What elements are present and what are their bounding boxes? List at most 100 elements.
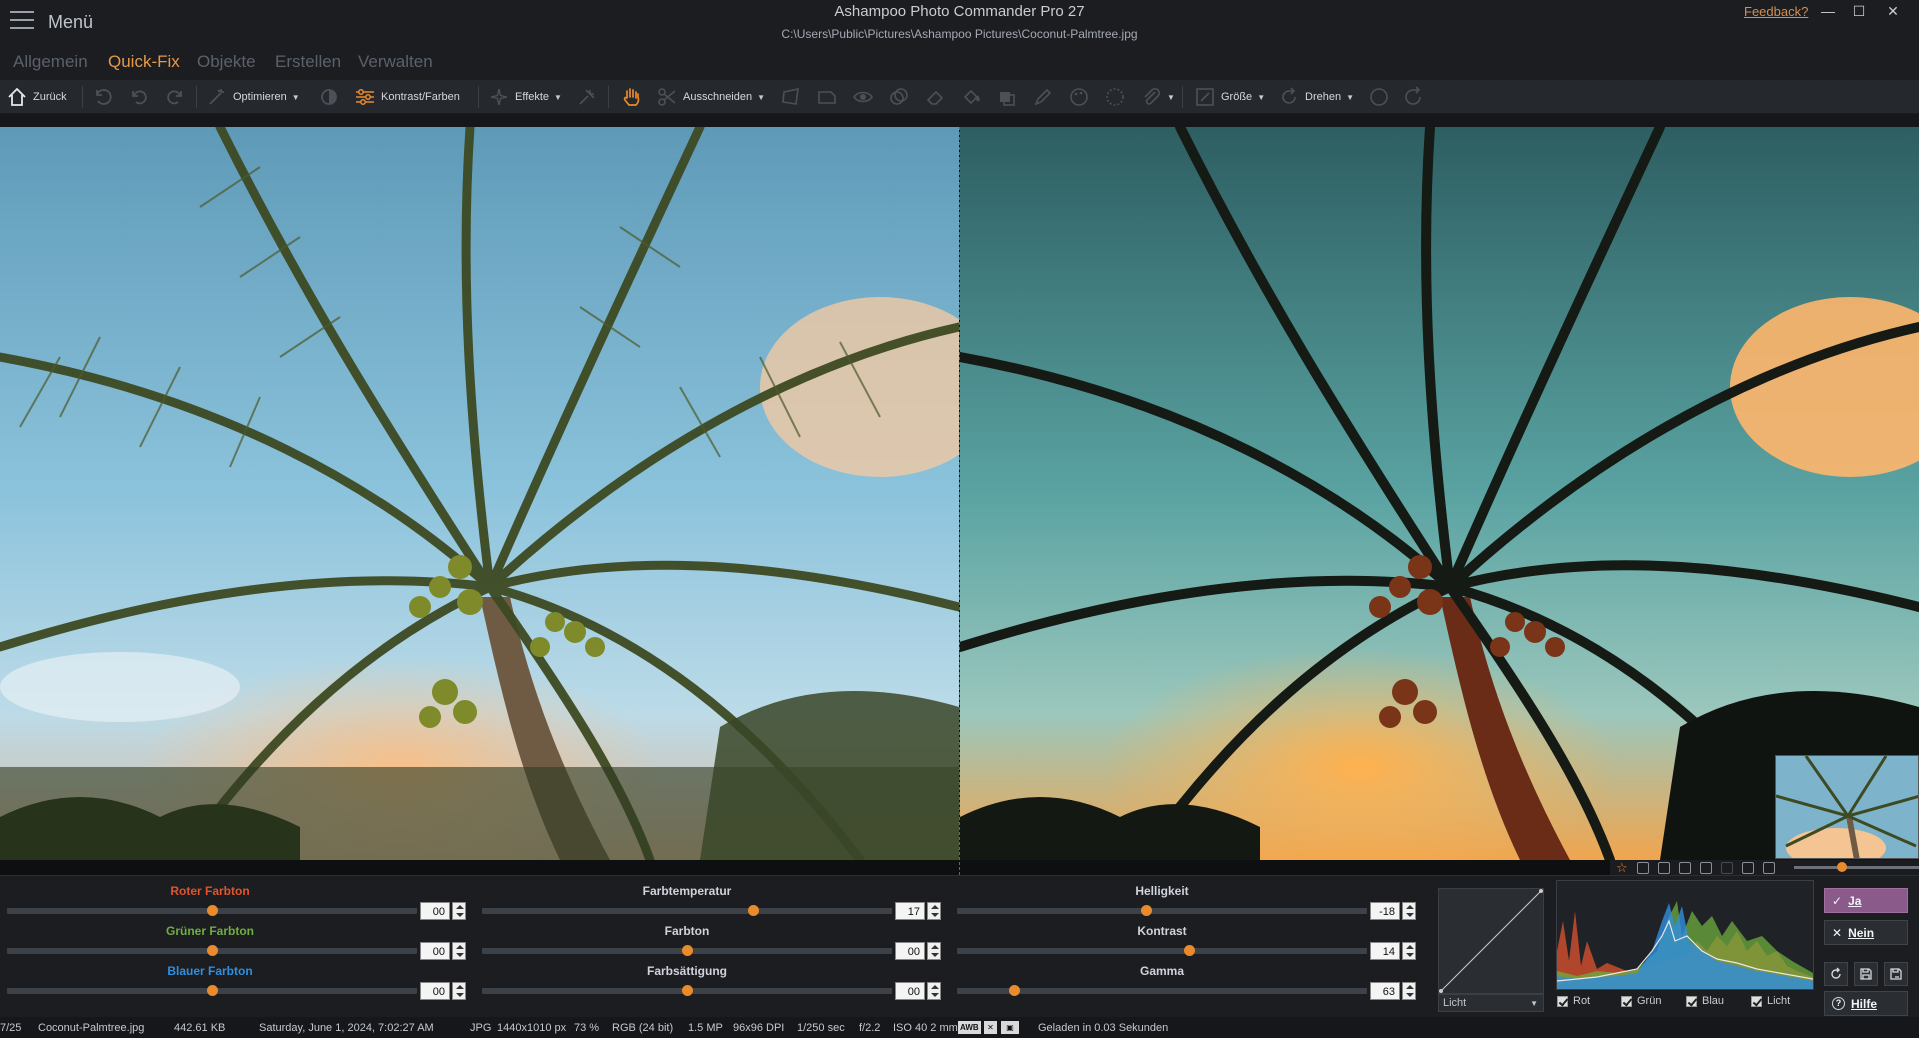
- brightness-spinner[interactable]: [1402, 902, 1416, 920]
- undo-icon[interactable]: [128, 80, 150, 114]
- histogram-blue-checkbox[interactable]: Blau: [1686, 995, 1724, 1007]
- view-compare-icon[interactable]: [1678, 861, 1691, 874]
- star-icon[interactable]: ☆: [1616, 860, 1628, 876]
- color-temperature-value[interactable]: 17: [895, 902, 925, 920]
- rotate-button[interactable]: Drehen ▼: [1278, 80, 1354, 114]
- hue-spinner[interactable]: [927, 942, 941, 960]
- red-hue-slider[interactable]: [7, 905, 417, 916]
- contrast-value[interactable]: 14: [1370, 942, 1400, 960]
- redo-icon[interactable]: [164, 80, 186, 114]
- gamma-slider[interactable]: [957, 985, 1367, 996]
- maximize-button[interactable]: ☐: [1844, 2, 1874, 20]
- feedback-link[interactable]: Feedback?: [1744, 4, 1808, 19]
- tab-objekte[interactable]: Objekte: [197, 52, 256, 72]
- saturation-spinner[interactable]: [927, 982, 941, 1000]
- contrast-colors-button[interactable]: Kontrast/Farben: [354, 80, 460, 114]
- status-format: JPG: [470, 1022, 492, 1034]
- curve-channel-select[interactable]: Licht ▼: [1438, 994, 1544, 1012]
- hue-slider[interactable]: [482, 945, 892, 956]
- size-button[interactable]: Größe ▼: [1194, 80, 1265, 114]
- brightness-value[interactable]: -18: [1370, 902, 1400, 920]
- saturation-value[interactable]: 00: [895, 982, 925, 1000]
- gamma-value[interactable]: 63: [1370, 982, 1400, 1000]
- save-as-icon[interactable]: [1884, 962, 1908, 986]
- help-button[interactable]: ? Hilfe: [1824, 991, 1908, 1016]
- toolbar: Zurück Optimieren ▼ Kontrast/Farben Effek…: [0, 80, 1919, 114]
- color-temperature-slider[interactable]: [482, 905, 892, 916]
- back-button[interactable]: Zurück: [6, 80, 67, 114]
- view-split-icon[interactable]: [1657, 861, 1670, 874]
- rotate-left-icon[interactable]: [1368, 80, 1390, 114]
- histogram-light-label: Licht: [1767, 995, 1791, 1007]
- blue-hue-slider[interactable]: [7, 985, 417, 996]
- attach-icon[interactable]: ▼: [1140, 80, 1175, 114]
- status-dpi: 96x96 DPI: [733, 1022, 785, 1034]
- save-icon[interactable]: [1854, 962, 1878, 986]
- zoom-slider[interactable]: [1793, 862, 1919, 872]
- back-label: Zurück: [33, 91, 67, 103]
- retouch-icon[interactable]: [576, 80, 598, 114]
- undo-all-icon[interactable]: [92, 80, 114, 114]
- contrast-label: Kontrast: [1137, 924, 1187, 938]
- gamma-spinner[interactable]: [1402, 982, 1416, 1000]
- pan-hand-icon[interactable]: [620, 80, 644, 114]
- tab-allgemein[interactable]: Allgemein: [13, 52, 88, 72]
- green-hue-slider[interactable]: [7, 945, 417, 956]
- saturation-slider[interactable]: [482, 985, 892, 996]
- eraser-icon[interactable]: [924, 80, 946, 114]
- reset-icon[interactable]: [1824, 962, 1848, 986]
- pen-icon[interactable]: [1032, 80, 1054, 114]
- stamp-icon[interactable]: [996, 80, 1018, 114]
- hue-value[interactable]: 00: [895, 942, 925, 960]
- apply-button[interactable]: ✓ Ja: [1824, 888, 1908, 913]
- image-viewer[interactable]: ☆: [0, 127, 1919, 875]
- rotate-right-icon[interactable]: [1402, 80, 1424, 114]
- tab-verwalten[interactable]: Verwalten: [358, 52, 433, 72]
- green-hue-value[interactable]: 00: [420, 942, 450, 960]
- close-button[interactable]: ✕: [1878, 2, 1908, 20]
- green-hue-spinner[interactable]: [452, 942, 466, 960]
- brightness-slider[interactable]: [957, 905, 1367, 916]
- view-overlay-icon[interactable]: [1699, 861, 1712, 874]
- crop-button[interactable]: Ausschneiden ▼: [656, 80, 765, 114]
- frame-icon[interactable]: [816, 80, 838, 114]
- status-index: 7/25: [0, 1022, 22, 1034]
- blue-hue-spinner[interactable]: [452, 982, 466, 1000]
- tab-quick-fix[interactable]: Quick-Fix: [108, 52, 180, 72]
- navigator-thumbnail[interactable]: [1775, 755, 1919, 859]
- clone-icon[interactable]: [888, 80, 910, 114]
- rotate-label: Drehen: [1305, 91, 1342, 103]
- view-grid-icon[interactable]: [1720, 861, 1733, 874]
- minimize-button[interactable]: —: [1813, 2, 1843, 20]
- fit-screen-icon[interactable]: [1741, 861, 1754, 874]
- status-dimensions: 1440x1010 px: [497, 1022, 567, 1034]
- optimize-label: Optimieren: [233, 91, 287, 103]
- blue-hue-value[interactable]: 00: [420, 982, 450, 1000]
- perspective-icon[interactable]: [780, 80, 802, 114]
- histogram-green-checkbox[interactable]: Grün: [1621, 995, 1661, 1007]
- contrast-icon[interactable]: [318, 80, 340, 114]
- cancel-button[interactable]: ✕ Nein: [1824, 920, 1908, 945]
- color-temperature-spinner[interactable]: [927, 902, 941, 920]
- tab-erstellen[interactable]: Erstellen: [275, 52, 341, 72]
- red-eye-icon[interactable]: [852, 80, 874, 114]
- contrast-slider[interactable]: [957, 945, 1367, 956]
- blur-icon[interactable]: [1104, 80, 1126, 114]
- effects-button[interactable]: Effekte ▼: [488, 80, 562, 114]
- hue-label: Farbton: [664, 924, 710, 938]
- adjustment-panel: Roter Farbton 00 Grüner Farbton 00 Blaue…: [0, 875, 1919, 1017]
- fill-icon[interactable]: [960, 80, 982, 114]
- tone-curve[interactable]: [1438, 888, 1544, 994]
- monitor-icon[interactable]: [1762, 861, 1775, 874]
- red-hue-value[interactable]: 00: [420, 902, 450, 920]
- palette-icon[interactable]: [1068, 80, 1090, 114]
- zoom-slider-knob[interactable]: [1837, 862, 1848, 872]
- histogram-red-checkbox[interactable]: Rot: [1557, 995, 1590, 1007]
- contrast-spinner[interactable]: [1402, 942, 1416, 960]
- optimize-button[interactable]: Optimieren ▼: [206, 80, 300, 114]
- histogram-red-label: Rot: [1573, 995, 1591, 1007]
- red-hue-spinner[interactable]: [452, 902, 466, 920]
- histogram-light-checkbox[interactable]: Licht: [1751, 995, 1790, 1007]
- color-temperature-label: Farbtemperatur: [642, 884, 732, 898]
- view-single-icon[interactable]: [1636, 861, 1649, 874]
